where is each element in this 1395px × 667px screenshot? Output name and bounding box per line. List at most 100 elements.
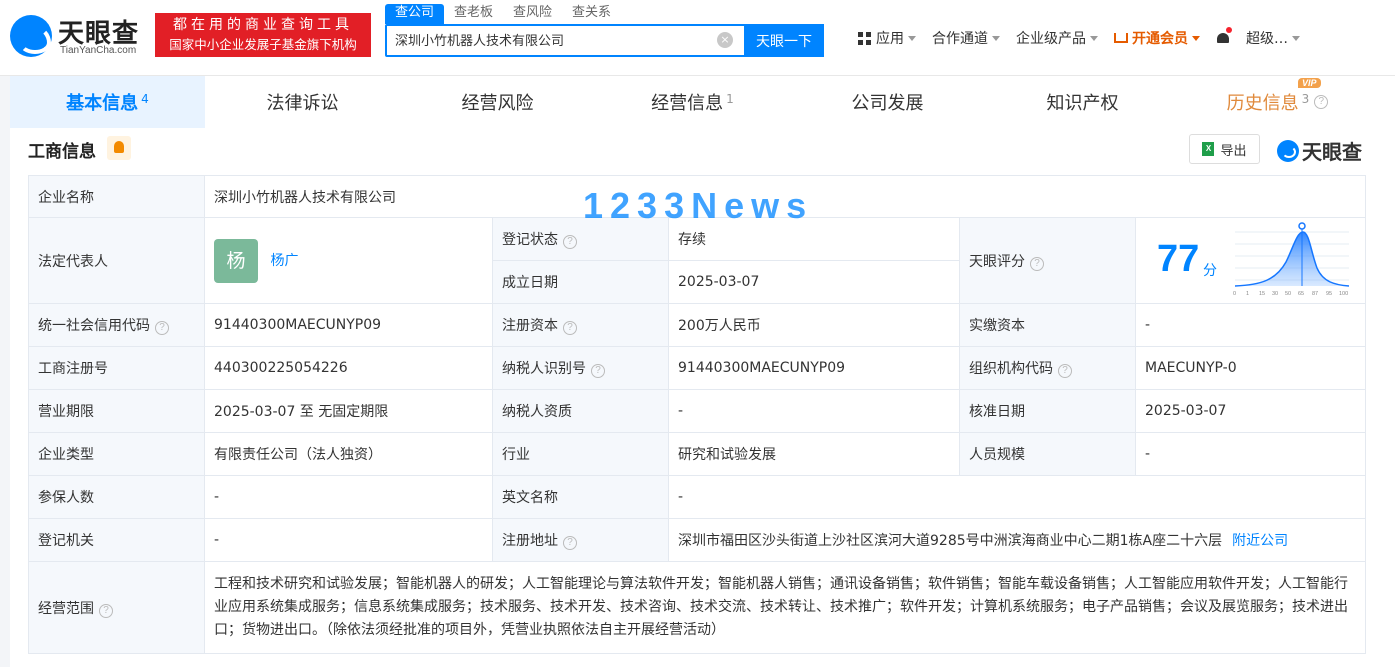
tab-development[interactable]: 公司发展: [790, 76, 985, 128]
question-icon[interactable]: ?: [155, 321, 169, 335]
address-label: 注册地址?: [492, 518, 669, 562]
scope-label-text: 经营范围: [38, 600, 94, 617]
question-icon[interactable]: ?: [563, 235, 577, 249]
clear-icon[interactable]: ×: [717, 32, 733, 48]
score-tick: 100: [1339, 291, 1348, 297]
crown-icon: [1114, 33, 1128, 43]
table-row: 工商注册号 440300225054226 纳税人识别号? 91440300MA…: [28, 346, 1367, 390]
authority-value: -: [204, 518, 493, 562]
approve-date-label: 核准日期: [959, 389, 1136, 433]
table-row: 参保人数 - 英文名称 -: [28, 475, 1367, 519]
score-tick: 0: [1233, 291, 1236, 297]
org-code-value: MAECUNYP-0: [1134, 346, 1367, 390]
nav-user-label: 超级…: [1246, 31, 1288, 47]
paid-capital-value: -: [1134, 303, 1367, 347]
nav-apps[interactable]: 应用: [858, 28, 916, 48]
nav-channel[interactable]: 合作通道: [932, 28, 1000, 48]
tab-risk[interactable]: 经营风险: [400, 76, 595, 128]
search-tab-boss[interactable]: 查老板: [444, 4, 503, 24]
tab-count: 3: [1301, 92, 1310, 106]
nav-channel-label: 合作通道: [932, 31, 988, 47]
question-icon[interactable]: ?: [591, 364, 605, 378]
reg-no-value: 440300225054226: [204, 346, 493, 390]
reg-status-label-text: 登记状态: [502, 232, 558, 248]
question-icon[interactable]: ?: [1314, 95, 1329, 109]
scope-value: 工程和技术研究和试验发展；智能机器人的研发；人工智能理论与算法软件开发；智能机器…: [203, 561, 1367, 654]
tab-label: 法律诉讼: [266, 93, 339, 114]
score-tick: 95: [1326, 291, 1332, 297]
search-input[interactable]: [395, 32, 715, 47]
reg-no-label: 工商注册号: [28, 346, 205, 390]
company-tabs: 基本信息 4 法律诉讼 经营风险 经营信息 1 公司发展 知识产权 VIP 历史信息…: [10, 76, 1395, 128]
logo-subtitle: TianYanCha.com: [60, 45, 137, 56]
tab-count: 4: [141, 92, 149, 106]
score-distribution-chart: 0 1 15 30 50 65 87 95 100: [1233, 222, 1350, 297]
question-icon[interactable]: ?: [1030, 256, 1044, 271]
tab-label: 历史信息: [1226, 93, 1299, 114]
question-icon[interactable]: ?: [563, 536, 577, 550]
staff-label: 人员规模: [959, 432, 1136, 476]
search-tab-company[interactable]: 查公司: [385, 4, 445, 24]
score-value: 77: [1157, 238, 1200, 280]
paid-capital-label: 实缴资本: [959, 303, 1136, 347]
english-name-value: -: [667, 475, 1367, 519]
company-name-value: 深圳小竹机器人技术有限公司: [203, 175, 1367, 218]
chevron-down-icon: [1292, 35, 1300, 41]
authority-label: 登记机关: [28, 518, 205, 562]
score-cell[interactable]: 77 分 0 1 15 30 50 65 87 95 100: [1134, 217, 1367, 304]
tab-label: 经营信息: [651, 93, 724, 114]
english-name-label: 英文名称: [492, 475, 669, 519]
credit-code-label: 统一社会信用代码?: [28, 303, 205, 347]
term-label: 营业期限: [28, 389, 205, 433]
taxpayer-id-label: 纳税人识别号?: [492, 346, 669, 390]
scope-label: 经营范围?: [28, 561, 205, 654]
staff-value: -: [1134, 432, 1367, 476]
tab-operation[interactable]: 经营信息 1: [595, 76, 790, 128]
brand-logo: 天眼查: [1277, 136, 1362, 165]
insured-value: -: [204, 475, 493, 519]
bell-alert-icon[interactable]: [107, 136, 131, 160]
search-tab-relation[interactable]: 查关系: [562, 4, 621, 24]
tab-ip[interactable]: 知识产权: [985, 76, 1180, 128]
nav-vip[interactable]: 开通会员: [1114, 28, 1200, 48]
score-tick: 15: [1259, 291, 1265, 297]
table-row: 统一社会信用代码? 91440300MAECUNYP09 注册资本? 200万人…: [28, 303, 1367, 347]
legal-rep-label: 法定代表人: [28, 217, 205, 304]
industry-label: 行业: [492, 432, 669, 476]
address-label-text: 注册地址: [502, 533, 558, 549]
nearby-companies-link[interactable]: 附近公司: [1232, 533, 1288, 549]
address-value: 深圳市福田区沙头街道上沙社区滨河大道9285号中洲滨海商业中心二期1栋A座二十六…: [667, 518, 1367, 562]
search-button[interactable]: 天眼一下: [744, 24, 824, 57]
nav-user[interactable]: 超级…: [1246, 28, 1300, 48]
nav-apps-label: 应用: [876, 31, 904, 47]
question-icon[interactable]: ?: [1058, 364, 1072, 378]
tab-count: 1: [726, 92, 734, 106]
export-button[interactable]: X 导出: [1189, 134, 1260, 164]
score-label: 天眼评分?: [959, 217, 1136, 304]
tab-basic-info[interactable]: 基本信息 4: [10, 76, 205, 128]
found-date-value: 2025-03-07: [668, 260, 960, 304]
search-tab-risk[interactable]: 查风险: [503, 4, 562, 24]
export-label: 导出: [1220, 143, 1247, 159]
taxpayer-qual-value: -: [668, 389, 960, 433]
chevron-down-icon: [1090, 35, 1098, 41]
taxpayer-id-value: 91440300MAECUNYP09: [668, 346, 960, 390]
tab-lawsuit[interactable]: 法律诉讼: [205, 76, 400, 128]
brand-name: 天眼查: [1302, 140, 1362, 164]
legal-rep-link[interactable]: 杨广: [270, 253, 298, 269]
question-icon[interactable]: ?: [563, 321, 577, 335]
bell-icon[interactable]: [1216, 26, 1232, 46]
tab-history[interactable]: VIP 历史信息 3?: [1180, 76, 1375, 128]
search-box: × 天眼一下: [385, 24, 824, 57]
tianyancha-logo[interactable]: 天眼查 TianYanCha.com: [10, 13, 150, 59]
avatar[interactable]: 杨: [214, 238, 258, 283]
nav-enterprise-label: 企业级产品: [1016, 31, 1086, 47]
top-header: 天眼查 TianYanCha.com 都在用的商业查询工具 国家中小企业发展子基…: [0, 0, 1395, 76]
vip-badge: VIP: [1298, 78, 1321, 88]
nav-enterprise[interactable]: 企业级产品: [1016, 28, 1098, 48]
table-row: 企业类型 有限责任公司（法人独资） 行业 研究和试验发展 人员规模 -: [28, 432, 1367, 476]
question-icon[interactable]: ?: [99, 603, 113, 618]
score-tick: 30: [1272, 291, 1278, 297]
table-row: 法定代表人 杨 杨广 登记状态? 存续 天眼评分? 77 分 0 1 15 30…: [28, 217, 1367, 304]
grid-icon: [858, 31, 871, 45]
